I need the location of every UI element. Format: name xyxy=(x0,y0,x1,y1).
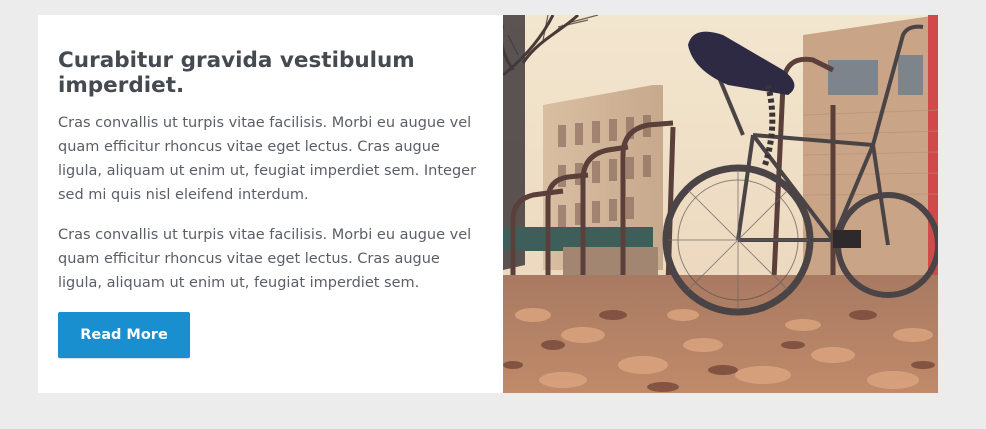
bicycle-photo xyxy=(503,15,938,393)
feature-text-column: Curabitur gravida vestibulum imperdiet. … xyxy=(38,15,503,393)
feature-paragraph-2: Cras convallis ut turpis vitae facilisis… xyxy=(58,227,472,291)
bicycle-photo-illustration xyxy=(503,15,938,393)
read-more-button[interactable]: Read More xyxy=(58,312,190,358)
feature-card: Curabitur gravida vestibulum imperdiet. … xyxy=(38,15,938,393)
feature-paragraph-1: Cras convallis ut turpis vitae facilisis… xyxy=(58,115,477,203)
feature-title: Curabitur gravida vestibulum imperdiet. xyxy=(58,48,415,98)
